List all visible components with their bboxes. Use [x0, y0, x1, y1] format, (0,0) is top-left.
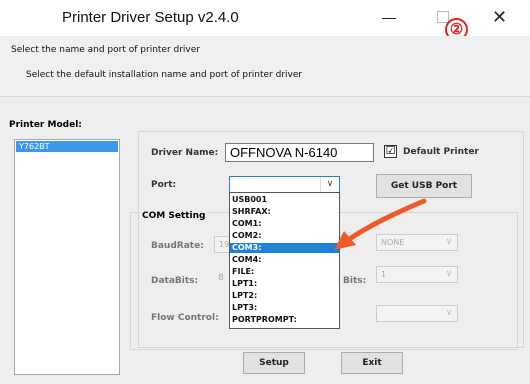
printer-model-label: Printer Model: — [9, 120, 82, 130]
default-printer-label: Default Printer — [403, 147, 479, 157]
chevron-down-icon: ∨ — [445, 269, 453, 279]
port-option[interactable]: COM1: — [230, 219, 339, 229]
printer-model-item[interactable]: Y762BT — [16, 141, 118, 152]
port-option[interactable]: LPT3: — [230, 303, 339, 313]
minimize-button[interactable] — [378, 8, 402, 28]
port-option[interactable]: LPT2: — [230, 291, 339, 301]
port-option[interactable]: FILE: — [230, 267, 339, 277]
port-option[interactable]: COM2: — [230, 231, 339, 241]
baud-rate-label: BaudRate: — [151, 241, 204, 251]
port-select[interactable]: ∨ — [229, 176, 340, 193]
window-title: Printer Driver Setup v2.4.0 — [62, 9, 239, 26]
printer-model-list[interactable]: Y762BT — [14, 139, 120, 375]
stop-bits-select[interactable]: 1 ∨ — [376, 266, 458, 283]
chevron-down-icon[interactable]: ∨ — [320, 177, 339, 192]
exit-button[interactable]: Exit — [341, 352, 403, 374]
annotation-arrow-icon — [334, 198, 427, 250]
com-setting-label: COM Setting — [140, 211, 208, 221]
header-subheading: Select the default installation name and… — [26, 70, 303, 80]
data-bits-label: DataBits: — [151, 276, 199, 286]
stop-bits-value: 1 — [381, 270, 387, 279]
driver-name-input[interactable]: OFFNOVA N-6140 — [225, 143, 374, 162]
flow-control-select[interactable]: ∨ — [376, 305, 458, 322]
chevron-down-icon: ∨ — [445, 237, 453, 247]
port-dropdown-list[interactable]: USB001 SHRFAX: COM1: COM2: COM3: COM4: FILE: LP… — [229, 192, 340, 329]
close-button[interactable]: ✕ — [492, 7, 507, 28]
chevron-down-icon: ∨ — [445, 308, 453, 318]
flow-control-label: Flow Control: — [151, 313, 219, 323]
default-printer-checkbox[interactable]: ☑ — [384, 145, 397, 158]
driver-name-label: Driver Name: — [151, 148, 219, 158]
port-label: Port: — [151, 180, 177, 190]
port-option[interactable]: COM3: — [230, 243, 339, 253]
stop-bits-label: Bits: — [343, 276, 367, 286]
header-heading: Select the name and port of printer driv… — [11, 45, 200, 55]
port-option[interactable]: USB001 — [230, 195, 339, 205]
port-option[interactable]: LPT1: — [230, 279, 339, 289]
port-option[interactable]: PORTPROMPT: — [230, 315, 339, 325]
port-option[interactable]: COM4: — [230, 255, 339, 265]
port-option[interactable]: SHRFAX: — [230, 207, 339, 217]
setup-button[interactable]: Setup — [243, 352, 305, 374]
data-bits-value: 8 — [218, 273, 224, 283]
